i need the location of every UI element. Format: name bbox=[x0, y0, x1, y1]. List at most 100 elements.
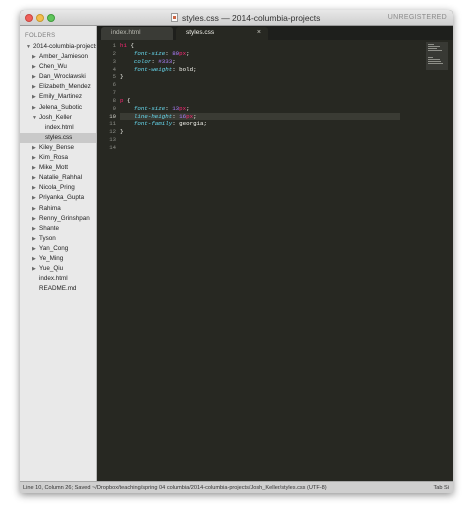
collapsed-arrow-icon[interactable]: ▶ bbox=[32, 244, 38, 254]
close-tab-icon[interactable]: × bbox=[257, 27, 261, 39]
code-line[interactable]: font-size: 80px; bbox=[120, 50, 400, 58]
tree-root-folder[interactable]: ▼ 2014-columbia-projects bbox=[20, 42, 96, 52]
code-line[interactable]: p { bbox=[120, 97, 400, 105]
code-line[interactable] bbox=[120, 144, 400, 152]
code-token: ; bbox=[186, 49, 190, 57]
tree-item-label: Kiley_Bense bbox=[39, 143, 75, 151]
tab-label: index.html bbox=[111, 29, 141, 36]
collapsed-arrow-icon[interactable]: ▶ bbox=[32, 143, 38, 153]
code-line[interactable]: font-family: georgia; bbox=[120, 120, 400, 128]
tree-item-label: Natalie_Rahhal bbox=[39, 174, 83, 182]
code-token: h1 bbox=[120, 42, 127, 49]
tree-item-label: Dan_Wroclawski bbox=[39, 73, 86, 81]
title-bar: styles.css — 2014-columbia-projects UNRE… bbox=[20, 10, 453, 26]
tree-folder-item[interactable]: ▶ Kiley_Bense bbox=[20, 143, 96, 153]
tree-folder-item[interactable]: ▶ Nicola_Pring bbox=[20, 183, 96, 193]
code-line[interactable]: } bbox=[120, 128, 400, 136]
editor-window: styles.css — 2014-columbia-projects UNRE… bbox=[20, 10, 453, 493]
line-number: 6 bbox=[112, 81, 116, 89]
code-editor[interactable]: 1 2 3 4 5 6 7 8 9 10 11 12 13 14 h1 { font-size: 80px… bbox=[97, 40, 453, 481]
collapsed-arrow-icon[interactable]: ▶ bbox=[32, 153, 38, 163]
collapsed-arrow-icon[interactable]: ▶ bbox=[32, 103, 38, 113]
tab-styles-css[interactable]: styles.css × bbox=[176, 27, 268, 40]
expanded-arrow-icon[interactable]: ▼ bbox=[32, 113, 38, 123]
tree-folder-item[interactable]: ▶ Natalie_Rahhal bbox=[20, 173, 96, 183]
minimap-line bbox=[428, 57, 433, 58]
tree-folder-item[interactable]: ▶ Dan_Wroclawski bbox=[20, 72, 96, 82]
collapsed-arrow-icon[interactable]: ▶ bbox=[32, 62, 38, 72]
code-line[interactable]: color: #333; bbox=[120, 58, 400, 66]
collapsed-arrow-icon[interactable]: ▶ bbox=[32, 224, 38, 234]
tree-folder-item[interactable]: ▶ Chen_Wu bbox=[20, 62, 96, 72]
tree-item-label: Ye_Ming bbox=[39, 254, 64, 262]
tree-folder-item[interactable]: ▶ Jelena_Subotic bbox=[20, 103, 96, 113]
code-line[interactable]: } bbox=[120, 73, 400, 81]
code-token: font-size bbox=[133, 49, 166, 57]
collapsed-arrow-icon[interactable]: ▶ bbox=[32, 82, 38, 92]
code-line[interactable]: line-height: 16px; bbox=[120, 112, 400, 121]
code-line[interactable] bbox=[120, 89, 400, 97]
tree-folder-item[interactable]: ▶ Tyson bbox=[20, 234, 96, 244]
tree-folder-item[interactable]: ▶ Renny_Grinshpan bbox=[20, 214, 96, 224]
collapsed-arrow-icon[interactable]: ▶ bbox=[32, 254, 38, 264]
collapsed-arrow-icon[interactable]: ▶ bbox=[32, 183, 38, 193]
tree-folder-item[interactable]: ▼ Josh_Keller bbox=[20, 113, 96, 123]
collapsed-arrow-icon[interactable]: ▶ bbox=[32, 163, 38, 173]
line-number: 2 bbox=[112, 49, 116, 57]
tree-folder-item[interactable]: ▶ Yue_Qiu bbox=[20, 264, 96, 274]
tree-folder-item[interactable]: ▶ Emily_Martinez bbox=[20, 92, 96, 102]
tree-item-label: Emily_Martinez bbox=[39, 93, 83, 101]
collapsed-arrow-icon[interactable]: ▶ bbox=[32, 92, 38, 102]
collapsed-arrow-icon[interactable]: ▶ bbox=[32, 264, 38, 274]
tree-file-item[interactable]: README.md bbox=[20, 284, 96, 294]
code-line[interactable] bbox=[120, 81, 400, 89]
code-line[interactable]: h1 { bbox=[120, 42, 400, 50]
minimap-line bbox=[428, 61, 441, 62]
tree-folder-item[interactable]: ▶ Mike_Mott bbox=[20, 163, 96, 173]
code-token: { bbox=[123, 96, 131, 104]
code-line[interactable]: font-size: 13px; bbox=[120, 105, 400, 113]
code-area[interactable]: h1 { font-size: 80px; color: #333; font-… bbox=[120, 42, 400, 152]
tab-size-indicator[interactable]: Tab Si bbox=[433, 483, 449, 493]
tree-folder-item[interactable]: ▶ Priyanka_Gupta bbox=[20, 193, 96, 203]
collapsed-arrow-icon[interactable]: ▶ bbox=[32, 193, 38, 203]
tree-folder-item[interactable]: ▶ Rahima bbox=[20, 204, 96, 214]
code-token: : georgia; bbox=[172, 120, 207, 128]
collapsed-arrow-icon[interactable]: ▶ bbox=[32, 204, 38, 214]
code-token: line-height bbox=[133, 112, 173, 120]
tree-item-label: Yue_Qiu bbox=[39, 265, 64, 273]
css-file-icon bbox=[171, 13, 178, 22]
zoom-window-button[interactable] bbox=[47, 14, 55, 22]
line-number: 3 bbox=[112, 57, 116, 65]
tree-folder-item[interactable]: ▶ Amber_Jamieson bbox=[20, 52, 96, 62]
minimap-line bbox=[428, 44, 434, 45]
minimap[interactable] bbox=[426, 42, 448, 70]
tree-folder-item[interactable]: ▶ Elizabeth_Mendez bbox=[20, 82, 96, 92]
close-window-button[interactable] bbox=[25, 14, 33, 22]
tree-folder-item[interactable]: ▶ Ye_Ming bbox=[20, 254, 96, 264]
collapsed-arrow-icon[interactable]: ▶ bbox=[32, 173, 38, 183]
tree-folder-item[interactable]: ▶ Kim_Rosa bbox=[20, 153, 96, 163]
collapsed-arrow-icon[interactable]: ▶ bbox=[32, 214, 38, 224]
code-token: : bold; bbox=[172, 65, 197, 73]
code-line[interactable] bbox=[120, 136, 400, 144]
minimap-line bbox=[428, 63, 443, 64]
tree-folder-item[interactable]: ▶ Yan_Cong bbox=[20, 244, 96, 254]
code-line[interactable]: font-weight: bold; bbox=[120, 66, 400, 74]
tree-item-label: Kim_Rosa bbox=[39, 154, 69, 162]
collapsed-arrow-icon[interactable]: ▶ bbox=[32, 72, 38, 82]
tree-item-label: index.html bbox=[45, 123, 74, 131]
tree-item-label: Mike_Mott bbox=[39, 164, 69, 172]
tree-file-item[interactable]: index.html bbox=[20, 274, 96, 284]
collapsed-arrow-icon[interactable]: ▶ bbox=[32, 234, 38, 244]
collapsed-arrow-icon[interactable]: ▶ bbox=[32, 52, 38, 62]
tree-file-item[interactable]: index.html bbox=[20, 123, 96, 133]
tree-item-label: Yan_Cong bbox=[39, 244, 69, 252]
minimap-line bbox=[428, 50, 442, 51]
tree-folder-item[interactable]: ▶ Shante bbox=[20, 224, 96, 234]
tree-file-item[interactable]: styles.css bbox=[20, 132, 96, 143]
tab-index-html[interactable]: index.html bbox=[101, 27, 173, 40]
line-number-gutter: 1 2 3 4 5 6 7 8 9 10 11 12 13 14 bbox=[97, 42, 116, 152]
minimize-window-button[interactable] bbox=[36, 14, 44, 22]
expanded-arrow-icon[interactable]: ▼ bbox=[26, 42, 32, 52]
